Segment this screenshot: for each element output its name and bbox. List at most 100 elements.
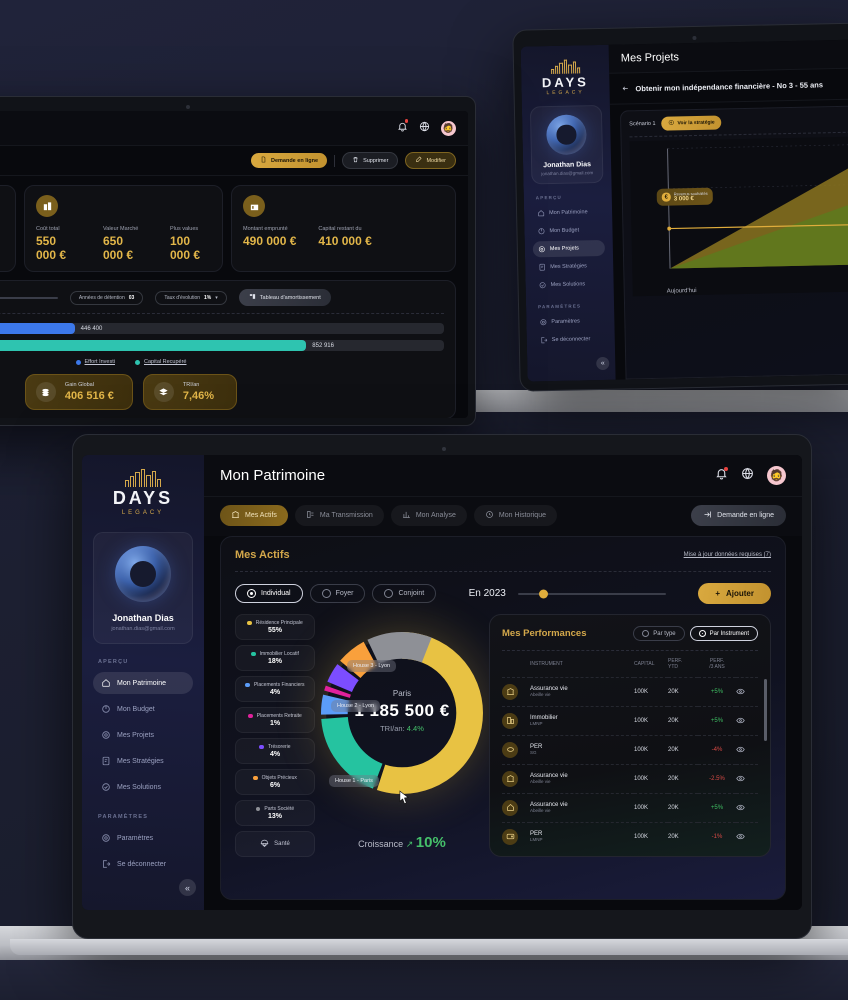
scope-label: Conjoint <box>398 590 425 597</box>
sidebar-item-mes-projets[interactable]: Mes Projets <box>532 239 606 258</box>
list-item[interactable]: Placements Financiers 4% <box>235 676 315 702</box>
voir-strategie-button[interactable]: Voir la stratégie <box>661 115 722 131</box>
brand-name: DAYS <box>541 74 589 91</box>
table-row[interactable]: PER LMNP 100K 20K -1% <box>502 821 758 851</box>
toggle-par-type[interactable]: Par type <box>633 626 685 641</box>
row-ytd: 20K <box>668 763 698 793</box>
eye-icon[interactable] <box>736 799 745 816</box>
sidebar-label: Mon Patrimoine <box>549 209 588 217</box>
avatar[interactable]: 🧔 <box>767 466 786 485</box>
sidebar-label: Mes Solutions <box>550 281 586 289</box>
legend-dot <box>248 713 253 719</box>
chip-value: 03 <box>128 294 135 301</box>
segment-label-house2[interactable]: House 2 - Lyon <box>331 700 381 712</box>
scope-conjoint[interactable]: Conjoint <box>372 584 437 603</box>
bell-icon[interactable] <box>397 119 408 137</box>
scope-individual[interactable]: Individual <box>235 584 303 603</box>
check-circle-icon <box>101 782 111 792</box>
demande-en-ligne-button[interactable]: Demande en ligne <box>691 505 786 526</box>
list-item[interactable]: Parts Société 13% <box>235 800 315 826</box>
tab-mon-historique[interactable]: Mon Historique <box>473 505 557 526</box>
eye-icon[interactable] <box>736 683 745 700</box>
sidebar-item-se-deconnecter[interactable]: Se déconnecter <box>535 331 607 349</box>
sidebar-item-mes-strategies[interactable]: Mes Stratégies <box>93 750 193 772</box>
tab-ma-transmission[interactable]: Ma Transmission <box>294 505 384 526</box>
year-slider[interactable] <box>517 589 666 598</box>
breadcrumb: Obtenir mon indépendance financière - No… <box>635 79 824 93</box>
check-circle-icon <box>539 281 547 289</box>
kpi-label: Coût total <box>36 226 60 232</box>
avatar[interactable]: 🧔 <box>441 120 456 136</box>
row-sub: Abeille vie <box>530 808 551 813</box>
sidebar-item-mes-projets[interactable]: Mes Projets <box>93 724 193 746</box>
sidebar-item-parametres[interactable]: Paramètres <box>93 827 193 849</box>
tab-label: Mes Actifs <box>245 512 277 519</box>
tab-mes-actifs[interactable]: Mes Actifs <box>220 505 288 526</box>
arrow-left-icon[interactable] <box>621 79 629 97</box>
list-item-sante[interactable]: Santé <box>235 831 315 857</box>
table-row[interactable]: Immobilier LMNP 100K 20K +5% <box>502 705 758 735</box>
sidebar-item-se-deconnecter[interactable]: Se déconnecter <box>93 853 193 875</box>
list-item[interactable]: Placements Retraite 1% <box>235 707 315 733</box>
segment-label-house3[interactable]: House 3 - Lyon <box>347 660 397 672</box>
update-required-link[interactable]: Mise à jour données requises (7) <box>684 552 771 558</box>
kpi-label: TRI/an <box>182 382 200 388</box>
tab-mon-analyse[interactable]: Mon Analyse <box>390 505 467 526</box>
row-perf3: -4% <box>698 734 736 764</box>
scrollbar-thumb[interactable] <box>764 679 767 741</box>
sidebar-item-mes-solutions[interactable]: Mes Solutions <box>533 276 605 294</box>
btn-label: Tableau d'amortissement <box>259 294 321 301</box>
amortization-table-button[interactable]: Tableau d'amortissement <box>238 289 331 306</box>
slider-knob[interactable] <box>538 589 548 598</box>
add-button[interactable]: + Ajouter <box>698 583 771 604</box>
eye-icon[interactable] <box>736 828 745 845</box>
tab-label: Mon Historique <box>498 512 546 519</box>
demande-en-ligne-button[interactable]: Demande en ligne <box>250 153 328 168</box>
sidebar-collapse-button[interactable]: « <box>596 356 610 371</box>
toggle-par-instrument[interactable]: Par Instrument <box>689 626 758 641</box>
sidebar-item-mon-budget[interactable]: Mon Budget <box>532 222 604 240</box>
sidebar-item-mon-patrimoine[interactable]: Mon Patrimoine <box>532 204 604 222</box>
sidebar-collapse-button[interactable]: « <box>179 879 196 896</box>
sidebar-item-mon-patrimoine[interactable]: Mon Patrimoine <box>93 672 193 694</box>
globe-icon[interactable] <box>419 119 430 137</box>
table-row[interactable]: Assurance vie Abeille vie 100K 20K +5% <box>502 792 758 822</box>
eye-icon[interactable] <box>736 741 745 758</box>
bank-icon <box>243 195 265 217</box>
sidebar-item-label: Mes Stratégies <box>117 757 164 765</box>
table-row[interactable]: PER SG 100K 20K -4% <box>502 734 758 764</box>
modifier-button[interactable]: Modifier <box>405 152 456 169</box>
list-item[interactable]: Immobilier Locatif 18% <box>235 645 315 671</box>
scope-foyer[interactable]: Foyer <box>309 584 366 603</box>
table-row[interactable]: Assurance vie Abeille vie 100K 20K +5% <box>502 676 758 706</box>
resale-slider[interactable] <box>0 296 58 299</box>
supprimer-button[interactable]: Supprimer <box>342 152 399 169</box>
list-item[interactable]: Résidence Principale 55% <box>235 614 315 640</box>
row-capital: 100K <box>634 705 668 735</box>
bell-icon[interactable] <box>715 466 728 485</box>
page-title: Mes Projets <box>620 51 680 65</box>
legend-dot <box>253 775 258 781</box>
sidebar-item-mon-budget[interactable]: Mon Budget <box>93 698 193 720</box>
kpi-value: 490 000 € <box>243 234 297 248</box>
sidebar-item-mes-strategies[interactable]: Mes Stratégies <box>533 258 605 276</box>
chip-evolution-rate[interactable]: Taux d'évolution 1% ▾ <box>155 290 227 305</box>
laptop-left-main: n Patrimoine 🧔 Résidence Principale - Le… <box>0 111 468 418</box>
sidebar-item-parametres[interactable]: Paramètres <box>534 313 606 331</box>
edit-icon <box>415 156 422 165</box>
eye-icon[interactable] <box>736 712 745 729</box>
chip-holding-years[interactable]: Années de détention 03 <box>69 290 144 305</box>
list-item[interactable]: Objets Précieux 6% <box>235 769 315 795</box>
nav-section-parametres: PARAMÈTRES <box>538 303 582 310</box>
eye-icon[interactable] <box>736 770 745 787</box>
center-tri: TRI/an: 4.4% <box>327 724 477 733</box>
chevron-down-icon: ▾ <box>215 294 218 301</box>
list-item[interactable]: Trésorerie 4% <box>235 738 315 764</box>
segment-label-house1[interactable]: House 1 - Paris <box>329 775 379 787</box>
globe-icon[interactable] <box>741 467 754 485</box>
legend-label: Capital Recupéré <box>143 359 187 365</box>
toggle-label: Par Instrument <box>709 630 749 637</box>
sidebar-item-mes-solutions[interactable]: Mes Solutions <box>93 776 193 798</box>
legend-label: Santé <box>274 841 290 847</box>
table-row[interactable]: Assurance vie Abeille vie 100K 20K -2.5% <box>502 763 758 793</box>
